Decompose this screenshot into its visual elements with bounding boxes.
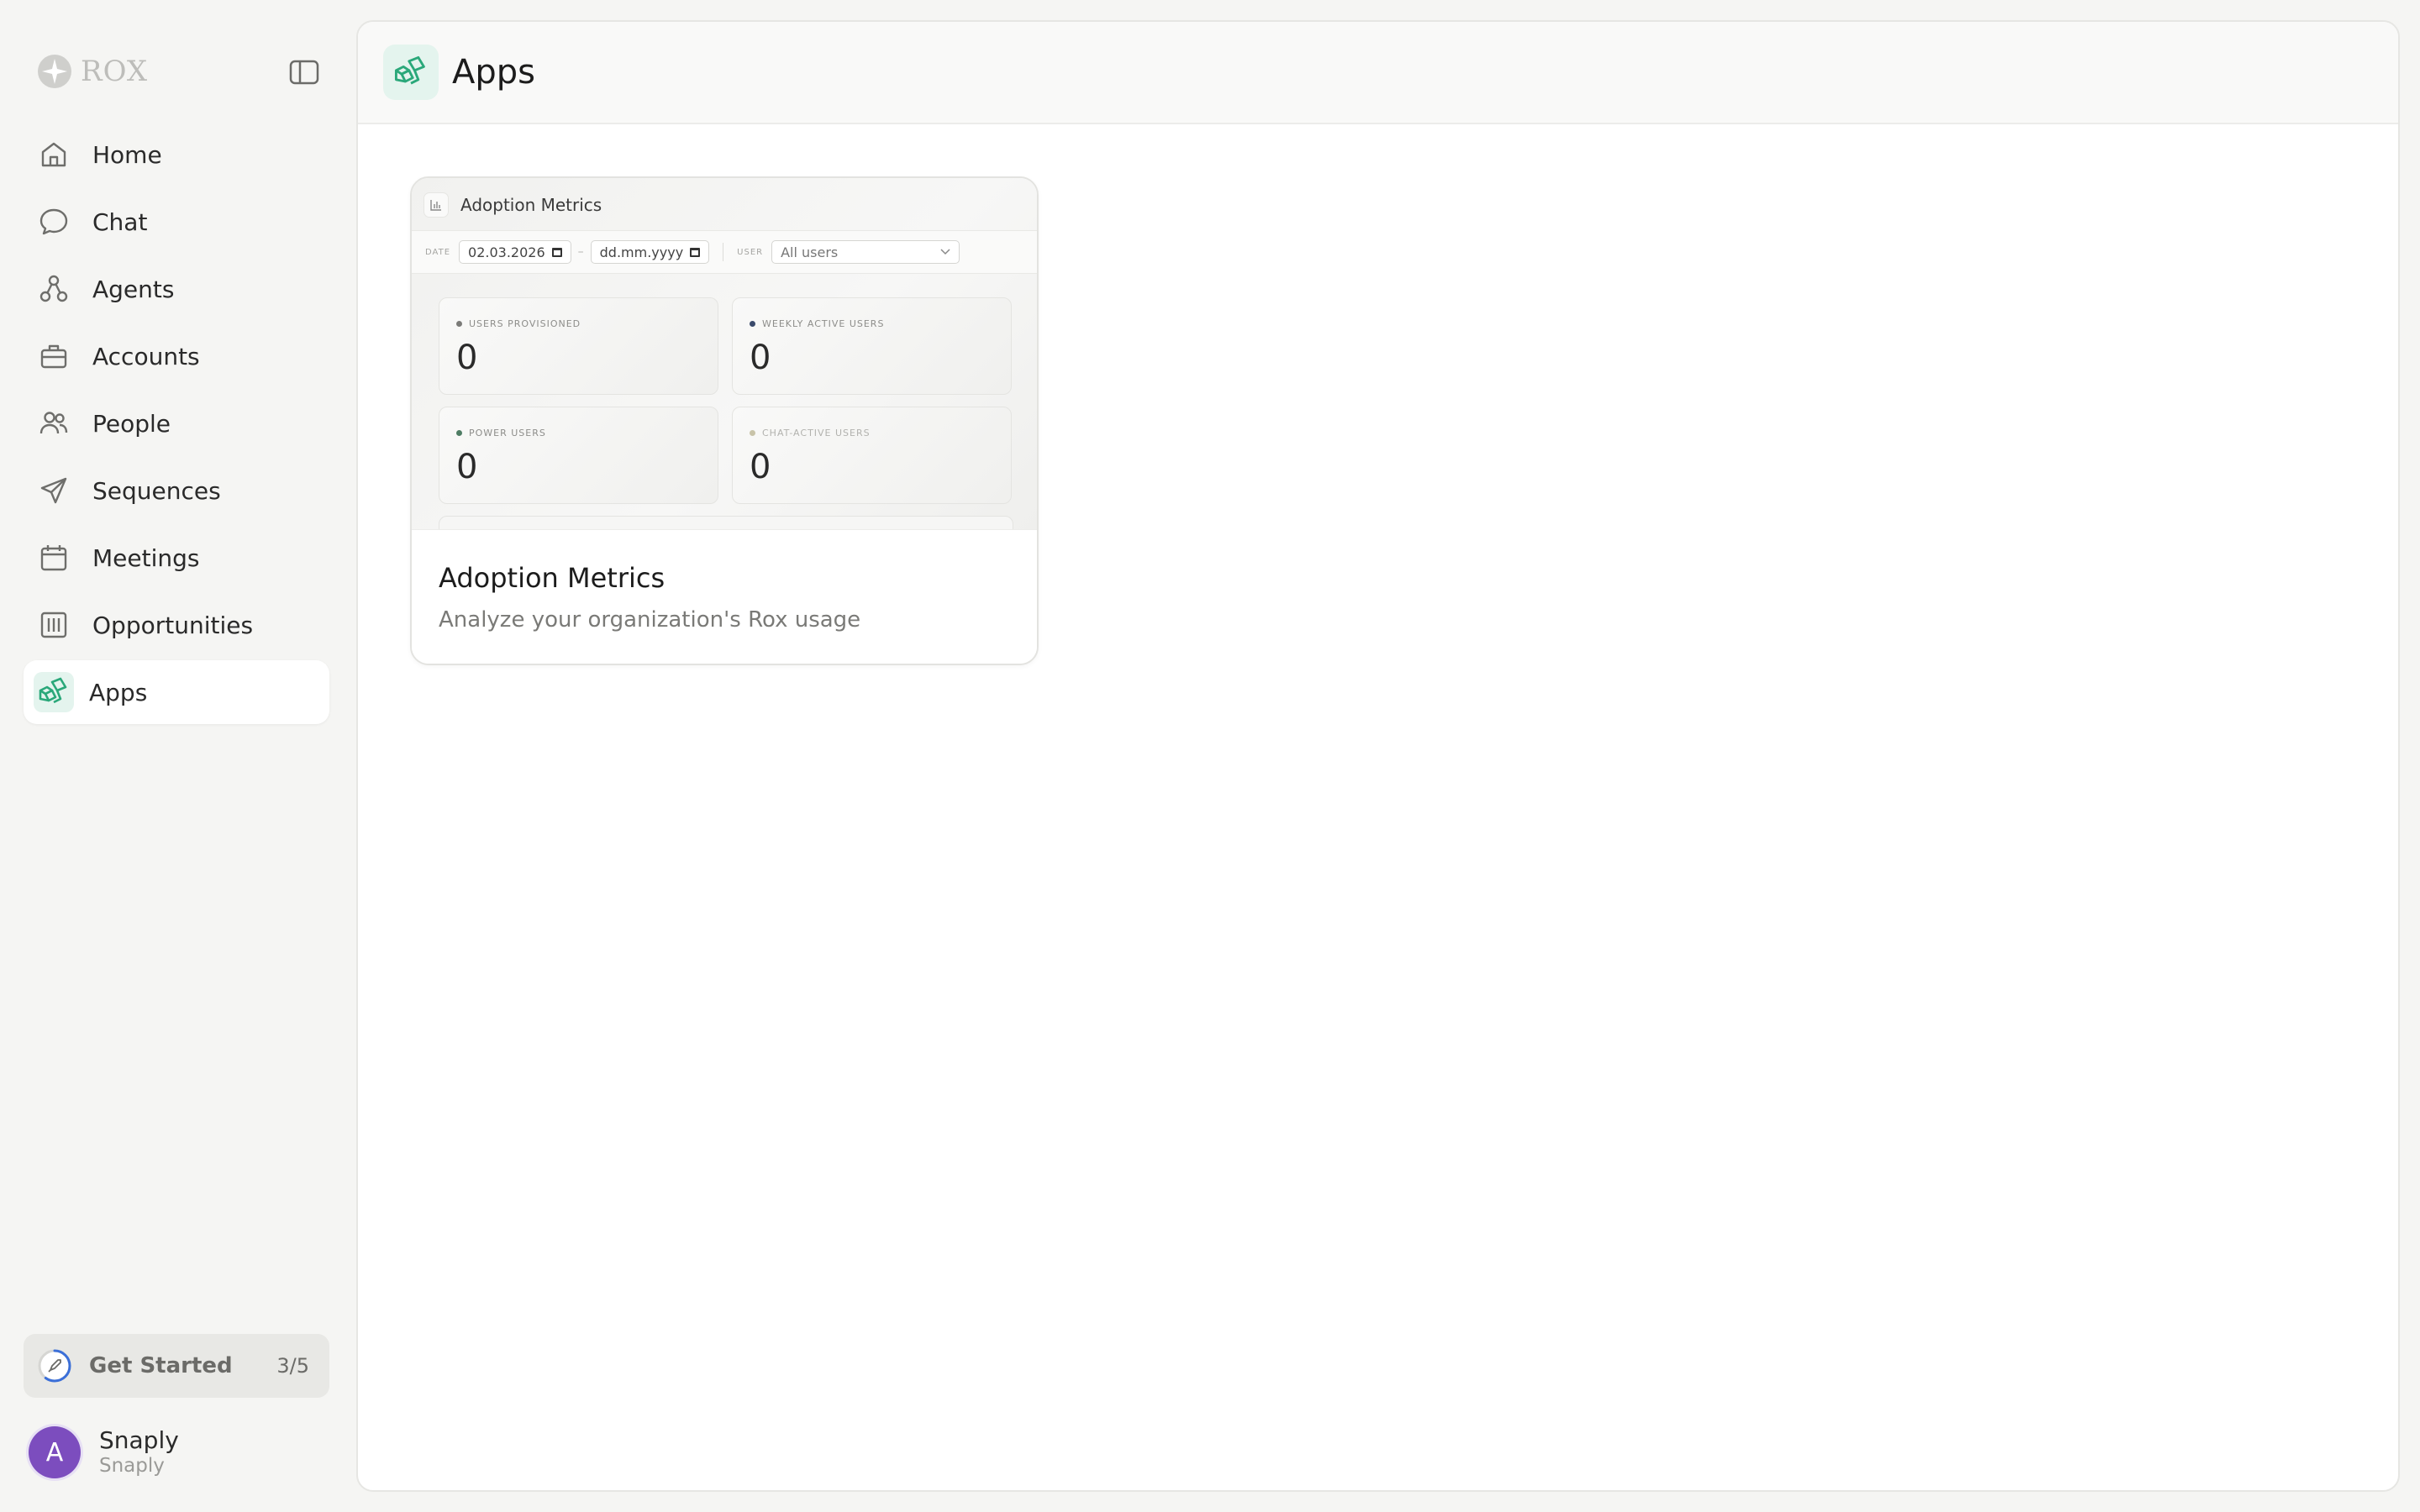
status-dot-icon — [456, 430, 462, 436]
date-filter-label: DATE — [425, 247, 451, 257]
chevron-down-icon — [940, 249, 950, 255]
sidebar-item-agents[interactable]: Agents — [24, 257, 329, 321]
sidebar-item-home[interactable]: Home — [24, 123, 329, 186]
get-started-button[interactable]: Get Started 3/5 — [24, 1334, 329, 1398]
sidebar-item-meetings[interactable]: Meetings — [24, 526, 329, 590]
brand[interactable]: ROX — [37, 53, 148, 90]
calendar-icon — [551, 247, 562, 257]
user-select: All users — [771, 240, 960, 264]
sidebar-item-label: Sequences — [92, 476, 221, 505]
apps-icon — [383, 45, 439, 100]
chat-bubble-icon — [37, 205, 71, 239]
app-preview: Adoption Metrics DATE 02.03.2026 – dd.mm… — [412, 178, 1037, 529]
sidebar-item-label: Chat — [92, 207, 148, 236]
people-icon — [37, 407, 71, 440]
user-name: Snaply — [99, 1426, 179, 1454]
apps-icon — [34, 672, 74, 712]
calendar-icon — [37, 541, 71, 575]
sidebar-item-sequences[interactable]: Sequences — [24, 459, 329, 522]
sidebar-nav: Home Chat Agents Accounts People Sequenc… — [24, 123, 329, 727]
sidebar-item-label: People — [92, 409, 171, 438]
home-icon — [37, 138, 71, 171]
sidebar-item-label: Home — [92, 140, 162, 169]
rox-logo-icon — [38, 55, 71, 88]
sidebar-item-label: Accounts — [92, 342, 200, 370]
page-header: Apps — [358, 22, 2398, 124]
columns-icon — [37, 608, 71, 642]
briefcase-icon — [37, 339, 71, 373]
preview-filters: DATE 02.03.2026 – dd.mm.yyyy USER All us… — [412, 230, 1037, 274]
metric-label: POWER USERS — [469, 428, 546, 438]
rocket-progress-icon — [38, 1349, 71, 1383]
app-card-description: Analyze your organization's Rox usage — [439, 607, 861, 633]
metric-tile: POWER USERS 0 — [439, 407, 718, 504]
agents-icon — [37, 272, 71, 306]
date-to-field: dd.mm.yyyy — [590, 240, 710, 264]
sidebar-item-label: Opportunities — [92, 611, 254, 639]
date-separator: – — [577, 245, 584, 259]
avatar: A — [29, 1426, 81, 1478]
calendar-icon — [690, 247, 701, 257]
paper-plane-icon — [37, 474, 71, 507]
sidebar-item-label: Meetings — [92, 543, 200, 572]
page-title: Apps — [452, 53, 535, 92]
user-menu[interactable]: A Snaply Snaply — [29, 1426, 179, 1478]
metric-tile: CHAT-ACTIVE USERS 0 — [732, 407, 1012, 504]
metric-label: CHAT-ACTIVE USERS — [762, 428, 871, 438]
sidebar-toggle-icon — [289, 60, 319, 85]
status-dot-icon — [456, 321, 462, 327]
user-org: Snaply — [99, 1455, 165, 1477]
get-started-label: Get Started — [89, 1353, 233, 1378]
main-panel: Apps Adoption Metrics DATE 02.03.2026 – … — [356, 20, 2400, 1492]
preview-overflow-tile — [439, 516, 1013, 529]
metric-tile: USERS PROVISIONED 0 — [439, 297, 718, 395]
sidebar-collapse-button[interactable] — [286, 57, 323, 87]
date-from-value: 02.03.2026 — [468, 244, 545, 260]
brand-name: ROX — [81, 55, 149, 88]
status-dot-icon — [750, 430, 755, 436]
status-dot-icon — [750, 321, 755, 327]
metric-value: 0 — [750, 339, 771, 377]
user-filter-label: USER — [737, 247, 764, 257]
metric-label-row: USERS PROVISIONED — [456, 318, 581, 329]
date-to-value: dd.mm.yyyy — [599, 244, 684, 260]
metric-value: 0 — [456, 339, 478, 377]
metric-tile: WEEKLY ACTIVE USERS 0 — [732, 297, 1012, 395]
app-card-body: Adoption Metrics Analyze your organizati… — [412, 529, 1037, 664]
sidebar-item-label: Agents — [92, 275, 175, 303]
metric-label-row: POWER USERS — [456, 428, 546, 438]
sidebar-item-opportunities[interactable]: Opportunities — [24, 593, 329, 657]
metric-label: WEEKLY ACTIVE USERS — [762, 318, 885, 329]
get-started-count: 3/5 — [276, 1354, 309, 1378]
date-from-field: 02.03.2026 — [459, 240, 571, 264]
sidebar-item-people[interactable]: People — [24, 391, 329, 455]
preview-title: Adoption Metrics — [460, 195, 602, 215]
user-select-value: All users — [781, 244, 839, 260]
sidebar-item-chat[interactable]: Chat — [24, 190, 329, 254]
app-card-adoption-metrics[interactable]: Adoption Metrics DATE 02.03.2026 – dd.mm… — [410, 176, 1039, 665]
preview-metrics-grid: USERS PROVISIONED 0 WEEKLY ACTIVE USERS … — [439, 297, 1012, 504]
sidebar-item-apps[interactable]: Apps — [24, 660, 329, 724]
sidebar: ROX Home Chat Agents Accounts People Seq… — [0, 0, 355, 1512]
preview-header: Adoption Metrics — [424, 188, 602, 222]
metric-label-row: WEEKLY ACTIVE USERS — [750, 318, 884, 329]
metric-label: USERS PROVISIONED — [469, 318, 581, 329]
sidebar-item-label: Apps — [89, 678, 148, 706]
app-card-title: Adoption Metrics — [439, 562, 666, 594]
metric-label-row: CHAT-ACTIVE USERS — [750, 428, 871, 438]
sidebar-item-accounts[interactable]: Accounts — [24, 324, 329, 388]
bar-chart-icon — [424, 192, 449, 218]
metric-value: 0 — [750, 448, 771, 486]
metric-value: 0 — [456, 448, 478, 486]
